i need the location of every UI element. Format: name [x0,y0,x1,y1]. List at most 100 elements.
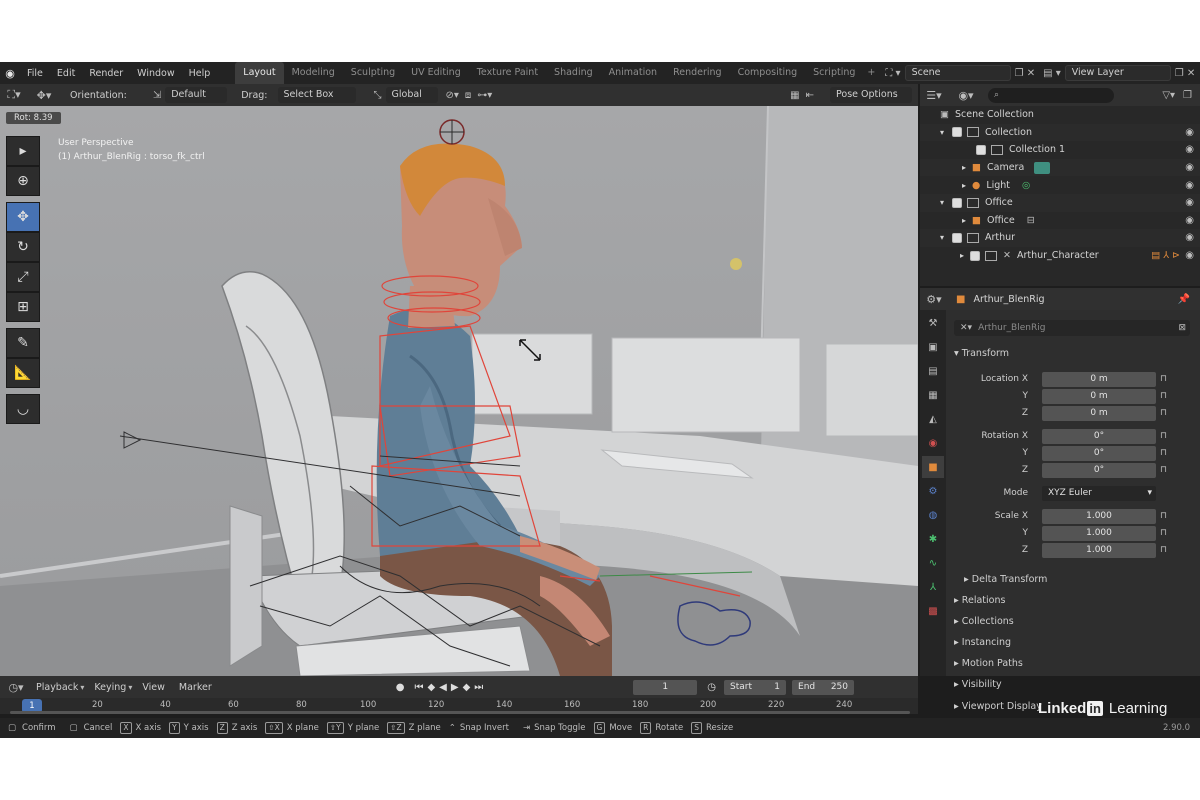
pose-tool-icon[interactable]: ◡ [6,394,40,424]
panel-visibility[interactable]: ▸ Visibility [954,679,1002,690]
exclude-checkbox[interactable] [952,232,963,243]
outliner-editor-icon[interactable]: ☰▾ [926,87,942,103]
scale-x-field[interactable]: 1.000 [1042,509,1156,524]
cursor-tool-icon[interactable]: ⊕ [6,166,40,196]
rotation-z-field[interactable]: 0° [1042,463,1156,478]
expand-icon[interactable]: ▾ [940,128,944,137]
menu-window[interactable]: Window [130,68,181,79]
tab-scripting[interactable]: Scripting [805,62,863,84]
frame-range-field[interactable]: Start 1 [724,679,787,695]
view-layer-field[interactable]: View Layer [1064,65,1171,81]
filter-icon[interactable]: ▽▾ [1162,90,1175,101]
new-view-layer-icon[interactable]: ❐ ✕ [1175,68,1196,79]
menu-help[interactable]: Help [182,68,218,79]
visibility-eye-icon[interactable]: ◉ [1185,232,1194,243]
light-data-icon[interactable]: ◎ [1022,180,1030,191]
drag-dropdown[interactable]: Select Box [277,87,356,103]
rotate-tool-icon[interactable]: ↻ [6,232,40,262]
outliner-row-scene-collection[interactable]: ▣ Scene Collection [920,106,1200,124]
menu-edit[interactable]: Edit [50,68,82,79]
outliner-search-input[interactable]: ⌕ [988,87,1114,103]
menu-keying[interactable]: Keying [94,682,126,693]
new-scene-icon[interactable]: ❐ ✕ [1015,68,1036,79]
scale-z-field[interactable]: 1.000 [1042,543,1156,558]
panel-relations[interactable]: ▸ Relations [954,595,1005,606]
menu-render[interactable]: Render [82,68,130,79]
expand-icon[interactable]: ▸ [962,181,966,190]
move-tool-icon[interactable]: ✥ [6,202,40,232]
select-tool-icon[interactable]: ▸ [6,136,40,166]
orientation-dropdown[interactable]: Default [165,87,228,103]
location-y-field[interactable]: 0 m [1042,389,1156,404]
menu-playback[interactable]: Playback [36,682,78,693]
visibility-eye-icon[interactable]: ◉ [1185,215,1194,226]
tab-texture-paint[interactable]: Texture Paint [469,62,546,84]
lock-icon[interactable]: ⊓ [1160,465,1167,475]
rotation-mode-dropdown[interactable]: XYZ Euler ▾ [1042,486,1156,501]
tab-sculpting[interactable]: Sculpting [343,62,403,84]
outliner-row-camera[interactable]: ▸ ■ Camera ◉ [920,158,1200,177]
proportional-icon[interactable]: ⊶▾ [477,90,492,101]
visibility-eye-icon[interactable]: ◉ [1185,162,1194,173]
3d-viewport[interactable]: Rot: 8.39 User Perspective (1) Arthur_Bl… [0,106,918,676]
prev-keyframe-icon[interactable]: ◆ [427,682,435,693]
transform-panel-header[interactable]: ▾ Transform [954,348,1009,359]
timeline-ruler[interactable]: 1 20 40 60 80 100 120 140 160 180 200 22… [0,698,918,714]
outliner-row-office-collection[interactable]: ▾ Office ◉ [920,193,1200,212]
scale-y-field[interactable]: 1.000 [1042,526,1156,541]
tab-shading[interactable]: Shading [546,62,601,84]
tab-animation[interactable]: Animation [601,62,665,84]
current-frame-field[interactable]: 1 [633,679,698,695]
outliner-row-light[interactable]: ▸ ● Light ◎ ◉ [920,176,1200,194]
editor-type-icon[interactable]: ⛶▾ [6,87,22,103]
rotation-y-field[interactable]: 0° [1042,446,1156,461]
transform-space-icon[interactable]: ⤡ [374,90,382,101]
measure-tool-icon[interactable]: 📐 [6,358,40,388]
expand-icon[interactable]: ▾ [940,198,944,207]
record-icon[interactable]: ● [396,682,405,693]
panel-viewport-display[interactable]: ▸ Viewport Display [954,701,1042,712]
menu-file[interactable]: File [20,68,50,79]
pose-icons[interactable]: ▤ ⅄ ⊳ [1151,250,1180,261]
expand-icon[interactable]: ▸ [960,251,964,260]
data-tab-icon[interactable]: ⅄ [922,576,944,598]
render-tab-icon[interactable]: ▣ [922,336,944,358]
outliner-row-arthur-character[interactable]: ▸ ✕ Arthur_Character ▤ ⅄ ⊳ ◉ [920,247,1200,265]
lock-icon[interactable]: ⊓ [1160,448,1167,458]
menu-view[interactable]: View [142,682,165,693]
visibility-eye-icon[interactable]: ◉ [1185,197,1194,208]
play-reverse-icon[interactable]: ◀ [439,682,447,693]
display-mode-icon[interactable]: ◉▾ [958,87,974,103]
view-options-icon[interactable]: ▦ [790,90,799,101]
outliner-row-collection-1[interactable]: Collection 1 ◉ [920,141,1200,159]
visibility-eye-icon[interactable]: ◉ [1185,144,1194,155]
frame-end-field[interactable]: End 250 [792,679,855,695]
tab-uv-editing[interactable]: UV Editing [403,62,469,84]
panel-collections[interactable]: ▸ Collections [954,616,1014,627]
menu-marker[interactable]: Marker [179,682,212,693]
lock-icon[interactable]: ⊓ [1160,408,1167,418]
outliner-row-arthur-collection[interactable]: ▾ Arthur ◉ [920,229,1200,247]
exclude-checkbox[interactable] [970,250,981,261]
camera-data-icon[interactable] [1034,161,1051,174]
visibility-eye-icon[interactable]: ◉ [1185,127,1194,138]
lock-icon[interactable]: ⊓ [1160,511,1167,521]
snap-icon[interactable]: ⧈ [465,90,471,101]
tab-modeling[interactable]: Modeling [284,62,343,84]
pivot-icon[interactable]: ⊘▾ [446,90,459,101]
expand-icon[interactable]: ▾ [940,233,944,242]
pin-icon[interactable]: 📌 [1178,294,1190,305]
timeline-scrollbar[interactable] [10,711,910,714]
jump-start-icon[interactable]: ⏮ [414,682,423,693]
scale-tool-icon[interactable]: ⤢ [6,262,40,292]
lock-icon[interactable]: ⊓ [1160,528,1167,538]
scene-icon[interactable]: ⛶ ▾ [885,68,900,79]
collapse-icon[interactable]: ⇤ [806,90,814,101]
expand-icon[interactable]: ▸ [962,163,966,172]
tab-rendering[interactable]: Rendering [665,62,730,84]
pose-options-dropdown[interactable]: Pose Options [830,87,912,103]
outliner-row-office-object[interactable]: ▸ ■ Office ⊟ ◉ [920,212,1200,230]
exclude-checkbox[interactable] [952,197,963,208]
modifier-icon[interactable]: ⊟ [1027,215,1035,226]
blender-logo-icon[interactable]: ◉ [0,67,20,80]
